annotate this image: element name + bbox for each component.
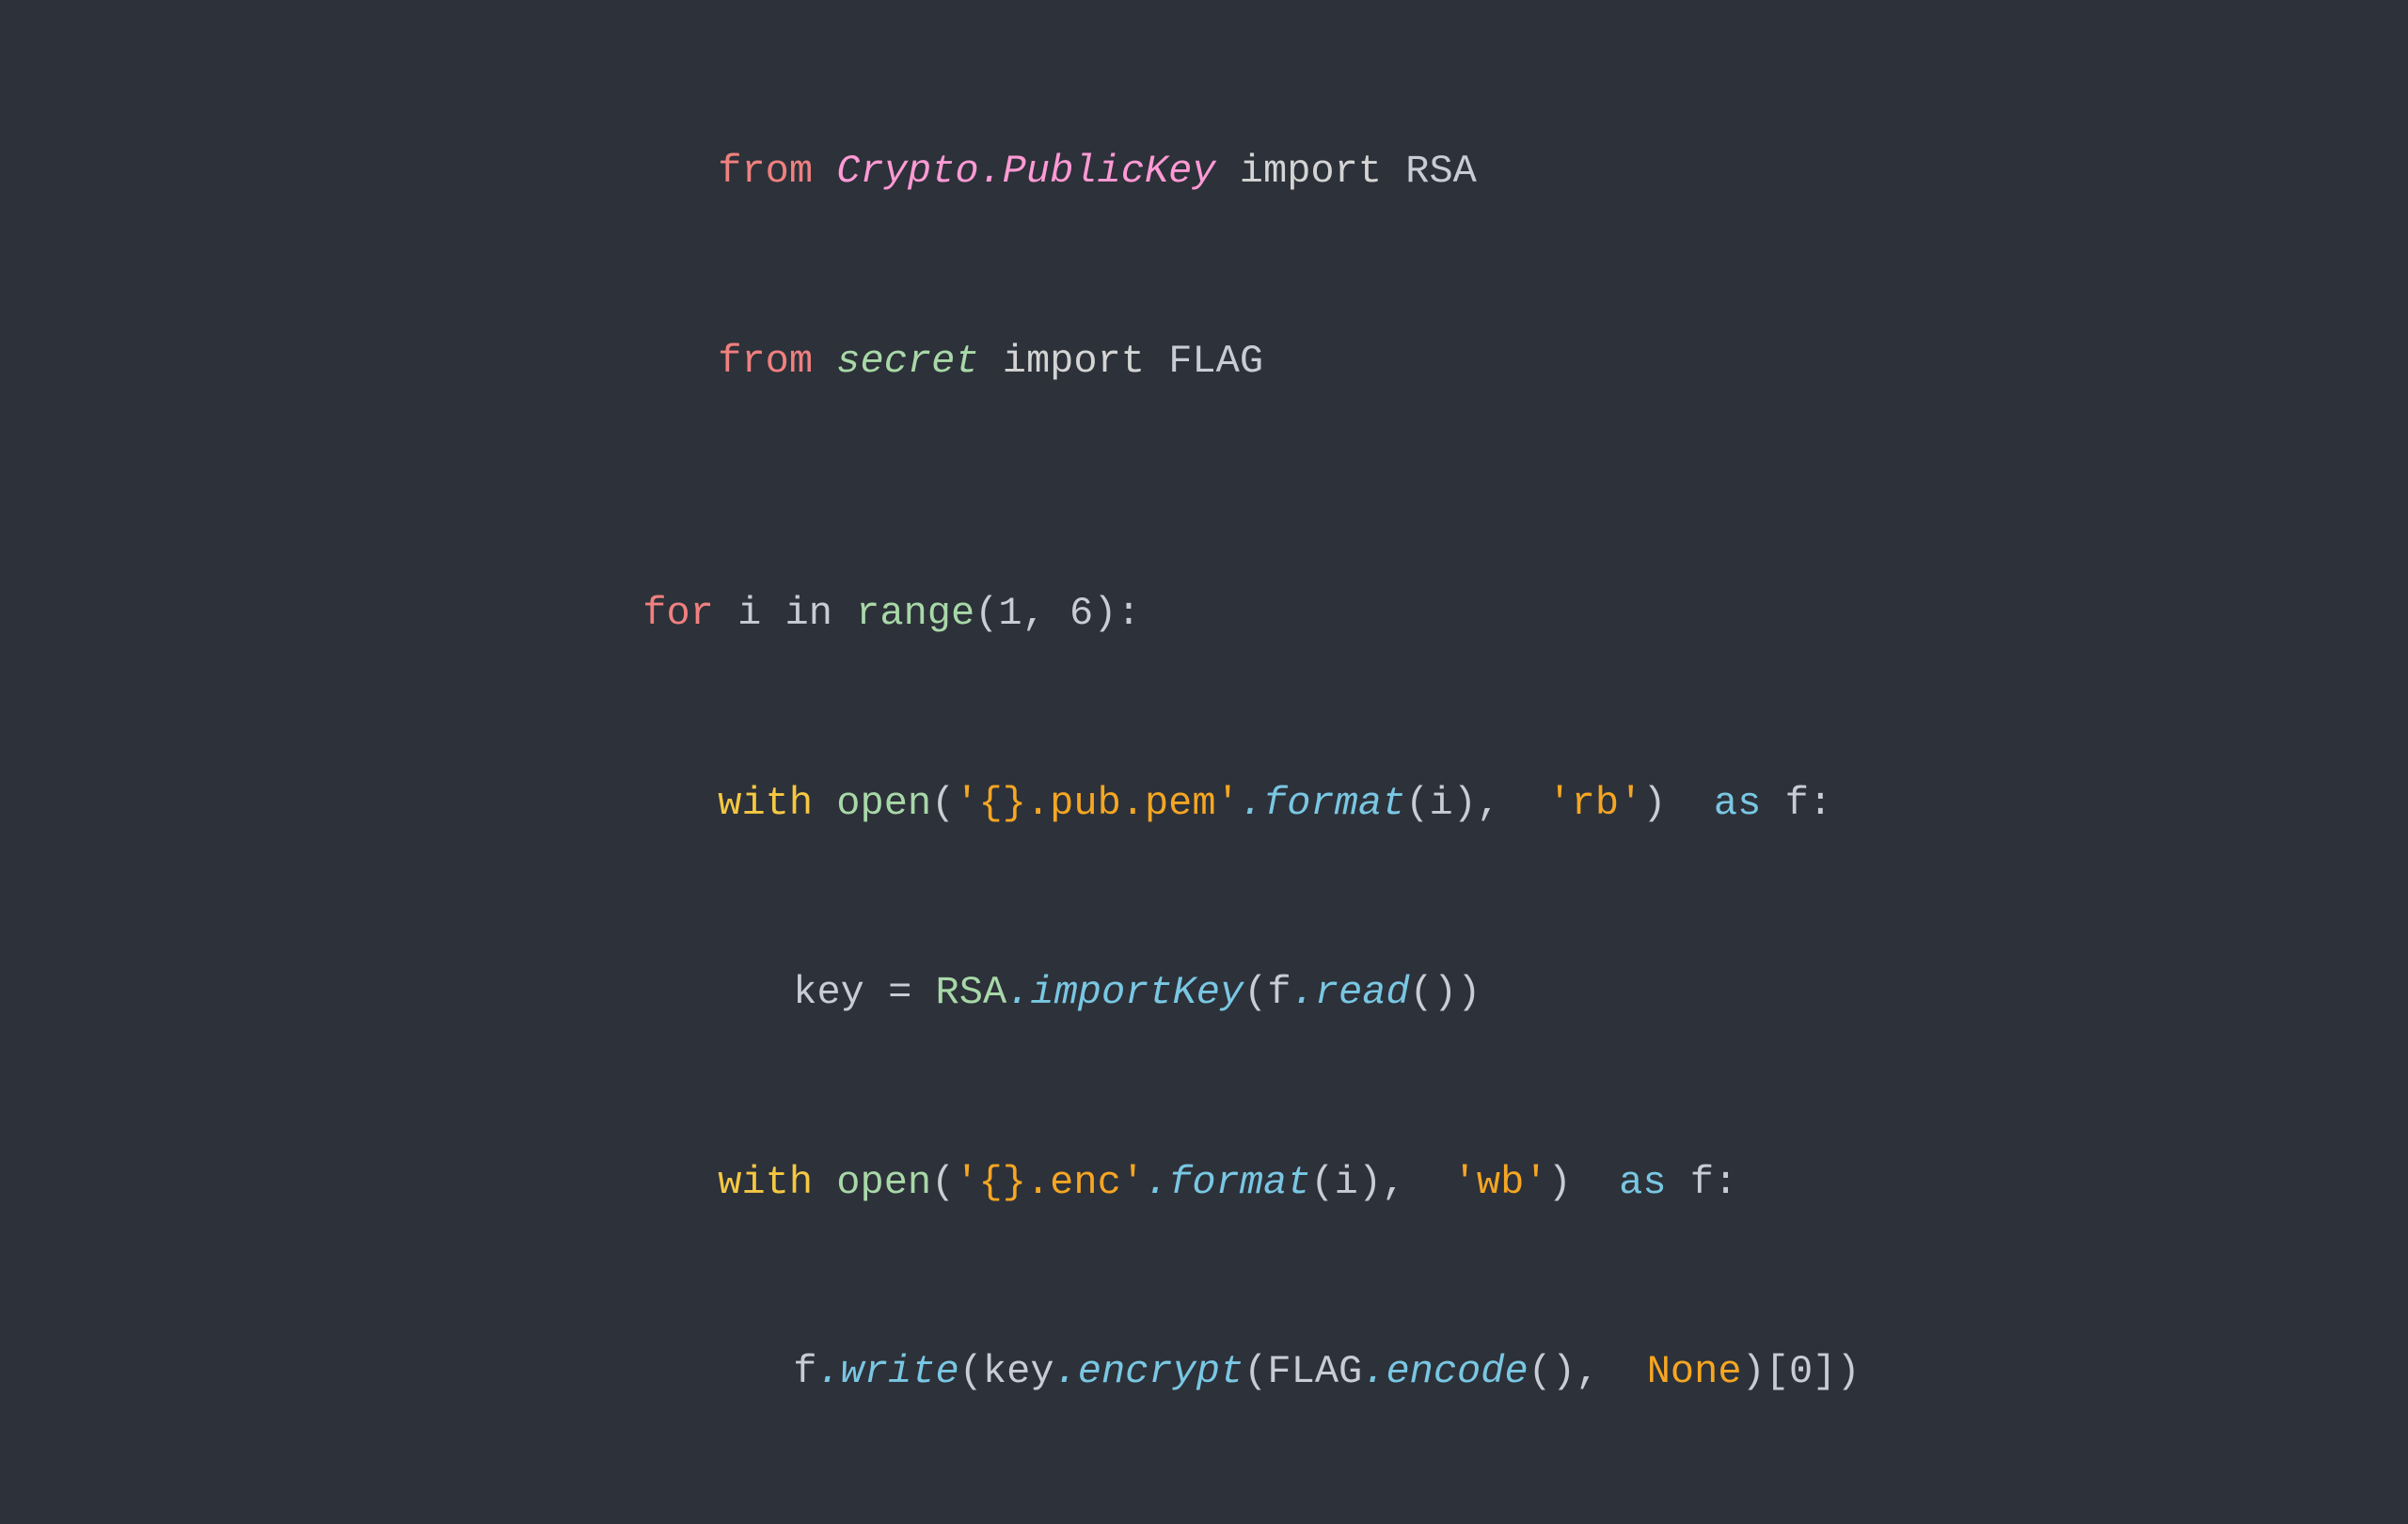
rsa-name: RSA: [1405, 149, 1477, 194]
read-method: .read: [1291, 970, 1410, 1015]
range-args: (1, 6):: [974, 591, 1140, 636]
eq-sign: =: [888, 970, 911, 1015]
empty-line-1: [547, 456, 1860, 519]
encode-method: .encode: [1362, 1349, 1528, 1394]
flag-name: FLAG: [1168, 339, 1263, 384]
shebang-comment: #!/usr/bin/env python3: [718, 0, 1240, 4]
with-keyword-1: with: [718, 781, 813, 826]
code-line-5: for i in range(1, 6):: [547, 519, 1860, 709]
code-line-2: from Crypto.PublicKey import RSA: [547, 77, 1860, 267]
open-func-2: open: [836, 1160, 931, 1205]
write-method: .write: [816, 1349, 958, 1394]
format-method-1: .format: [1240, 781, 1405, 826]
wb-string: 'wb': [1453, 1160, 1548, 1205]
crypto-module: Crypto.PublicKey: [836, 149, 1215, 194]
f-var-1: f:: [1785, 781, 1832, 826]
import-keyword-2: import: [1003, 339, 1145, 384]
none-value: None: [1647, 1349, 1742, 1394]
format-args-1: (i),: [1405, 781, 1547, 826]
as-keyword-1: as: [1714, 781, 1761, 826]
code-line-8: with open('{}.enc'.format(i), 'wb') as f…: [547, 1088, 1860, 1278]
import-keyword-1: import: [1240, 149, 1382, 194]
code-line-3: from secret import FLAG: [547, 266, 1860, 456]
f-var-2: f:: [1690, 1160, 1737, 1205]
from-keyword-2: from: [718, 339, 813, 384]
code-line-9: f.write(key.encrypt(FLAG.encode(), None)…: [547, 1278, 1860, 1468]
range-func: range: [856, 591, 974, 636]
var-i-1: i: [737, 591, 761, 636]
key-var: key: [793, 970, 864, 1015]
as-keyword-2: as: [1619, 1160, 1666, 1205]
encrypt-method: .encrypt: [1054, 1349, 1244, 1394]
code-line-7: key = RSA.importKey(f.read()): [547, 898, 1860, 1088]
pub-pem-string: '{}.pub.pem': [955, 781, 1239, 826]
open-func-1: open: [836, 781, 931, 826]
secret-module: secret: [836, 339, 978, 384]
rsa-cls: RSA: [936, 970, 1007, 1015]
rb-string: 'rb': [1547, 781, 1642, 826]
in-keyword: in: [785, 591, 832, 636]
code-line-6: with open('{}.pub.pem'.format(i), 'rb') …: [547, 709, 1860, 899]
for-keyword: for: [642, 591, 714, 636]
format-method-2: .format: [1145, 1160, 1310, 1205]
code-block: #!/usr/bin/env python3 from Crypto.Publi…: [472, 0, 1935, 1524]
enc-string: '{}.enc': [955, 1160, 1145, 1205]
with-keyword-2: with: [718, 1160, 813, 1205]
from-keyword-1: from: [718, 149, 813, 194]
code-line-1: #!/usr/bin/env python3: [547, 0, 1860, 77]
import-key-method: .importKey: [1006, 970, 1244, 1015]
